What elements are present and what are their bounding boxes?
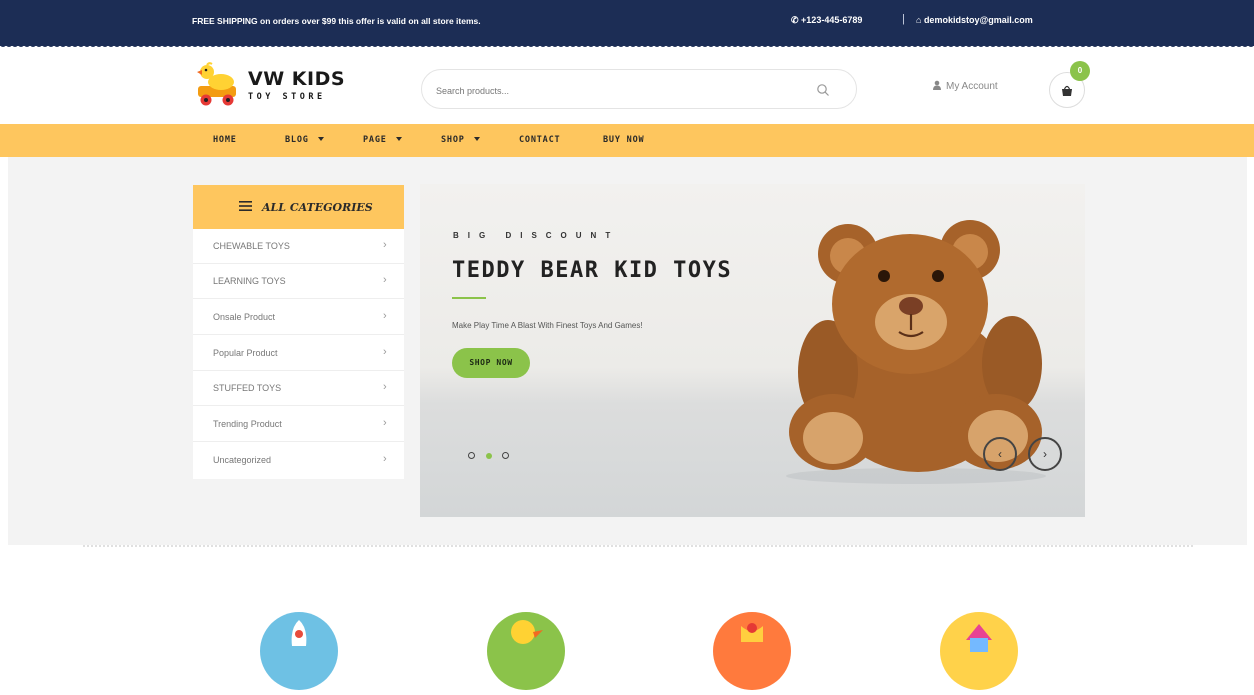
category-item-onsale-product[interactable]: Onsale Product › — [193, 300, 404, 335]
email-address: demokidstoy@gmail.com — [923, 15, 1033, 25]
slider-prev-button[interactable]: ‹ — [983, 437, 1017, 471]
chevron-right-icon: › — [383, 274, 387, 286]
mail-icon: ⌂ — [916, 15, 924, 25]
rocket-icon — [260, 612, 338, 690]
slider-dot-1[interactable] — [468, 452, 475, 459]
chevron-right-icon: › — [383, 381, 387, 393]
section-dotted-divider — [82, 545, 1194, 547]
nav-shop-label: SHOP — [441, 135, 465, 145]
category-item-uncategorized[interactable]: Uncategorized › — [193, 443, 404, 478]
nav-home-label: HOME — [213, 135, 237, 145]
chevron-right-icon: › — [383, 239, 387, 251]
nav-shop[interactable]: SHOP — [441, 135, 480, 145]
nav-blog[interactable]: BLOG — [285, 135, 324, 145]
topbar-separator: | — [902, 13, 905, 25]
slider-dot-3[interactable] — [502, 452, 509, 459]
duck-toy-logo-icon[interactable] — [195, 62, 241, 106]
shipping-promo-text: FREE SHIPPING on orders over $99 this of… — [192, 16, 481, 26]
my-account-label: My Account — [946, 81, 998, 92]
category-label: STUFFED TOYS — [213, 383, 282, 393]
category-item-stuffed-toys[interactable]: STUFFED TOYS › — [193, 371, 404, 406]
topbar-scallop-border — [0, 44, 1254, 50]
chevron-right-icon: › — [383, 310, 387, 322]
slider-next-button[interactable]: › — [1028, 437, 1062, 471]
nav-buy-now[interactable]: BUY NOW — [603, 135, 644, 145]
nav-contact-label: CONTACT — [519, 135, 561, 145]
chevron-right-icon: › — [383, 417, 387, 429]
gift-icon — [713, 612, 791, 690]
category-item-chewable-toys[interactable]: CHEWABLE TOYS › — [193, 229, 404, 264]
category-label: CHEWABLE TOYS — [213, 241, 290, 251]
category-item-learning-toys[interactable]: LEARNING TOYS › — [193, 264, 404, 299]
categories-header[interactable]: ALL CATEGORIES — [193, 185, 404, 229]
email-link[interactable]: ⌂ demokidstoy@gmail.com — [916, 15, 1033, 25]
category-label: LEARNING TOYS — [213, 276, 286, 286]
chevron-down-icon — [395, 137, 402, 141]
chevron-right-icon: › — [1043, 447, 1047, 461]
nav-contact[interactable]: CONTACT — [519, 135, 560, 145]
categories-title: ALL CATEGORIES — [262, 201, 373, 214]
category-label: Popular Product — [213, 348, 278, 358]
nav-page[interactable]: PAGE — [363, 135, 402, 145]
search-input[interactable] — [434, 82, 798, 100]
phone-link[interactable]: ✆ +123-445-6789 — [791, 15, 862, 26]
user-icon — [933, 80, 941, 90]
category-item-popular-product[interactable]: Popular Product › — [193, 336, 404, 371]
slide-subtitle: BIG DISCOUNT — [453, 231, 620, 240]
logo-subtitle: TOY STORE — [248, 92, 326, 102]
category-label: Onsale Product — [213, 312, 276, 322]
slide-title-underline — [452, 297, 486, 299]
phone-icon: ✆ — [791, 15, 802, 25]
slider-dot-2[interactable] — [486, 453, 492, 459]
nav-home[interactable]: HOME — [213, 135, 237, 145]
slide-description: Make Play Time A Blast With Finest Toys … — [452, 321, 643, 330]
chevron-down-icon — [317, 137, 324, 141]
nav-blog-label: BLOG — [285, 135, 309, 145]
shopping-basket-icon — [1062, 85, 1072, 96]
nav-buy-now-label: BUY NOW — [603, 135, 645, 145]
top-bar: FREE SHIPPING on orders over $99 this of… — [0, 0, 1254, 46]
nav-page-label: PAGE — [363, 135, 387, 145]
shop-now-button[interactable]: SHOP NOW — [452, 348, 530, 378]
toy-house-icon — [940, 612, 1018, 690]
chevron-right-icon: › — [383, 453, 387, 465]
category-label: Uncategorized — [213, 455, 272, 465]
category-label: Trending Product — [213, 419, 282, 429]
slide-title: TEDDY BEAR KID TOYS — [452, 258, 733, 283]
cart-count-badge: 0 — [1070, 61, 1090, 81]
chevron-right-icon: › — [383, 346, 387, 358]
chevron-down-icon — [473, 137, 480, 141]
phone-number: +123-445-6789 — [801, 15, 863, 25]
duck-icon — [487, 612, 565, 690]
search-icon[interactable] — [816, 83, 830, 97]
search-box — [421, 69, 857, 109]
chevron-left-icon: ‹ — [998, 447, 1002, 461]
logo-title[interactable]: VW KIDS — [248, 68, 345, 90]
hamburger-menu-icon — [239, 201, 252, 211]
my-account-link[interactable]: My Account — [932, 80, 998, 92]
category-item-trending-product[interactable]: Trending Product › — [193, 407, 404, 442]
